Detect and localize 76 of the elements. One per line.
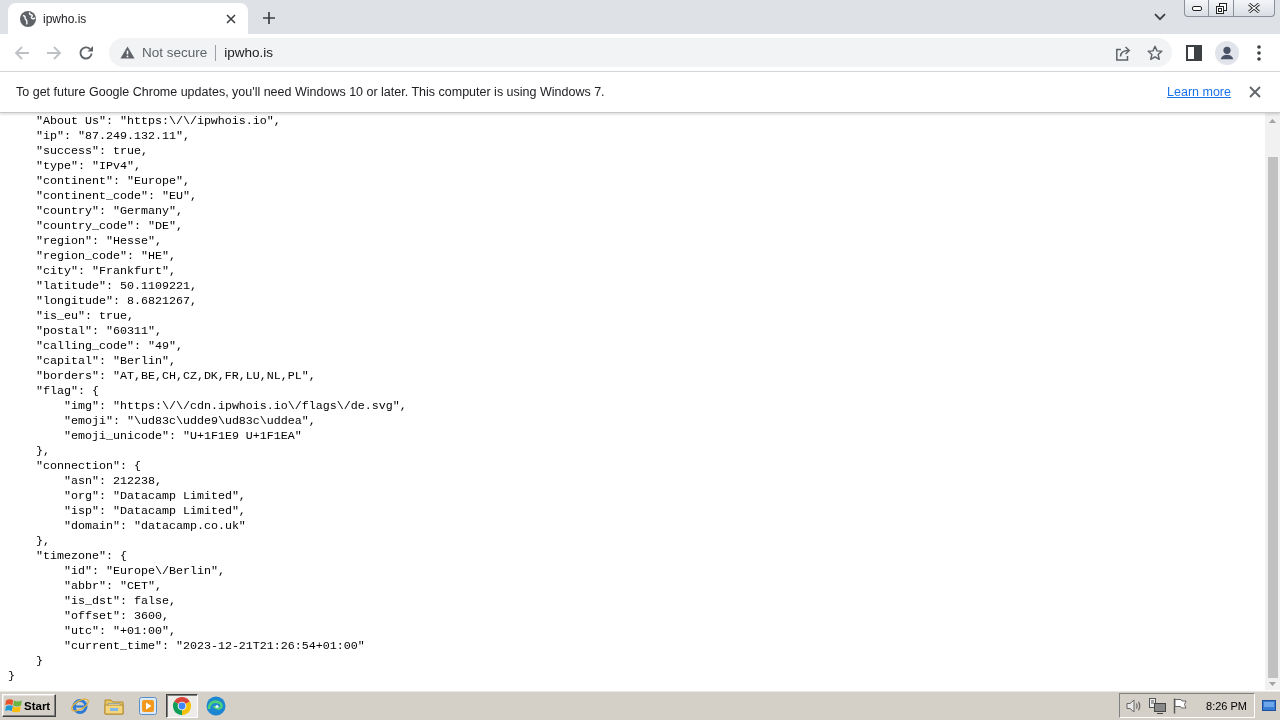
close-icon[interactable] — [226, 13, 236, 24]
code-line: } — [36, 654, 43, 669]
side-panel-icon[interactable] — [1186, 44, 1202, 61]
taskbar-button[interactable] — [166, 693, 198, 718]
code-line: "ip": "87.249.132.11", — [36, 129, 190, 144]
chevron-down-icon[interactable] — [1154, 13, 1166, 21]
close-button[interactable] — [1234, 0, 1275, 17]
code-line: "region_code": "HE", — [36, 249, 176, 264]
code-line: "timezone": { — [36, 549, 127, 564]
infobar-message: To get future Google Chrome updates, you'll need Windows 10 or later. This computer is using Windows 7. — [16, 85, 605, 99]
code-line: "domain": "datacamp.co.uk" — [64, 519, 246, 534]
restore-icon — [1215, 2, 1227, 14]
windows-logo-icon — [5, 697, 23, 714]
code-line: "type": "IPv4", — [36, 159, 141, 174]
code-line: "continent_code": "EU", — [36, 189, 197, 204]
tab[interactable]: ipwho.is — [8, 3, 248, 34]
person-icon[interactable] — [1215, 40, 1239, 65]
code-line: "current_time": "2023-12-21T21:26:54+01:00" — [64, 639, 365, 654]
code-line: "flag": { — [36, 384, 99, 399]
code-line: "utc": "+01:00", — [64, 624, 176, 639]
code-line: "About Us": "https:\/\/ipwhois.io", — [36, 114, 281, 129]
code-line: "capital": "Berlin", — [36, 354, 176, 369]
code-line: "img": "https:\/\/cdn.ipwhois.io\/flags\/de.svg", — [64, 399, 407, 414]
code-line: "emoji_unicode": "U+1F1E9 U+1F1EA" — [64, 429, 302, 444]
code-line: } — [8, 669, 15, 684]
code-line: "is_dst": false, — [64, 594, 176, 609]
code-line: "calling_code": "49", — [36, 339, 183, 354]
code-line: "id": "Europe\/Berlin", — [64, 564, 225, 579]
reload-icon[interactable] — [78, 44, 94, 61]
code-line: "offset": 3600, — [64, 609, 169, 624]
restore-button[interactable] — [1209, 0, 1234, 17]
code-line: "continent": "Europe", — [36, 174, 190, 189]
play-tile-icon — [139, 696, 157, 715]
swirl-icon — [206, 695, 226, 716]
flag-icon[interactable] — [1173, 697, 1188, 714]
code-line: }, — [36, 534, 50, 549]
close-icon[interactable] — [1249, 86, 1261, 98]
minimize-icon — [1191, 5, 1202, 11]
code-line: "postal": "60311", — [36, 324, 162, 339]
address-bar[interactable]: Not secure ipwho.is — [109, 38, 1172, 67]
code-line: "is_eu": true, — [36, 309, 134, 324]
plus-icon[interactable] — [263, 12, 275, 24]
code-line: "org": "Datacamp Limited", — [64, 489, 246, 504]
learn-more-link[interactable]: Learn more — [1167, 85, 1231, 99]
start-button[interactable]: Start — [2, 694, 56, 717]
network-icon[interactable] — [1149, 697, 1167, 714]
warning-icon — [120, 46, 135, 59]
code-line: "region": "Hesse", — [36, 234, 162, 249]
code-line: "latitude": 50.1109221, — [36, 279, 197, 294]
scroll-thumb[interactable] — [1267, 157, 1278, 678]
ring-orbit-icon — [70, 695, 90, 716]
close-icon — [1248, 3, 1260, 13]
globe-icon — [20, 10, 36, 27]
speaker-icon[interactable] — [1126, 697, 1143, 714]
scrollbar[interactable] — [1265, 113, 1280, 690]
show-desktop-icon[interactable] — [1262, 700, 1276, 711]
folder-icon — [104, 696, 124, 715]
star-icon[interactable] — [1147, 44, 1163, 61]
code-line: "emoji": "\ud83c\udde9\ud83c\uddea", — [64, 414, 316, 429]
clock[interactable]: 8:26 PM — [1206, 699, 1247, 712]
minimize-button[interactable] — [1184, 0, 1209, 17]
code-line: "connection": { — [36, 459, 141, 474]
code-line: "country": "Germany", — [36, 204, 183, 219]
code-line: "isp": "Datacamp Limited", — [64, 504, 246, 519]
code-line: "longitude": 8.6821267, — [36, 294, 197, 309]
code-line: "success": true, — [36, 144, 148, 159]
code-line: "city": "Frankfurt", — [36, 264, 176, 279]
code-line: "country_code": "DE", — [36, 219, 183, 234]
code-line: "borders": "AT,BE,CH,CZ,DK,FR,LU,NL,PL", — [36, 369, 316, 384]
menu-icon[interactable] — [1257, 44, 1261, 61]
code-line: }, — [36, 444, 50, 459]
share-icon[interactable] — [1115, 44, 1131, 61]
security-indicator[interactable]: Not secure — [120, 45, 208, 60]
code-line: "abbr": "CET", — [64, 579, 162, 594]
segmented-circle-icon — [172, 695, 192, 716]
code-line: "asn": 212238, — [64, 474, 162, 489]
